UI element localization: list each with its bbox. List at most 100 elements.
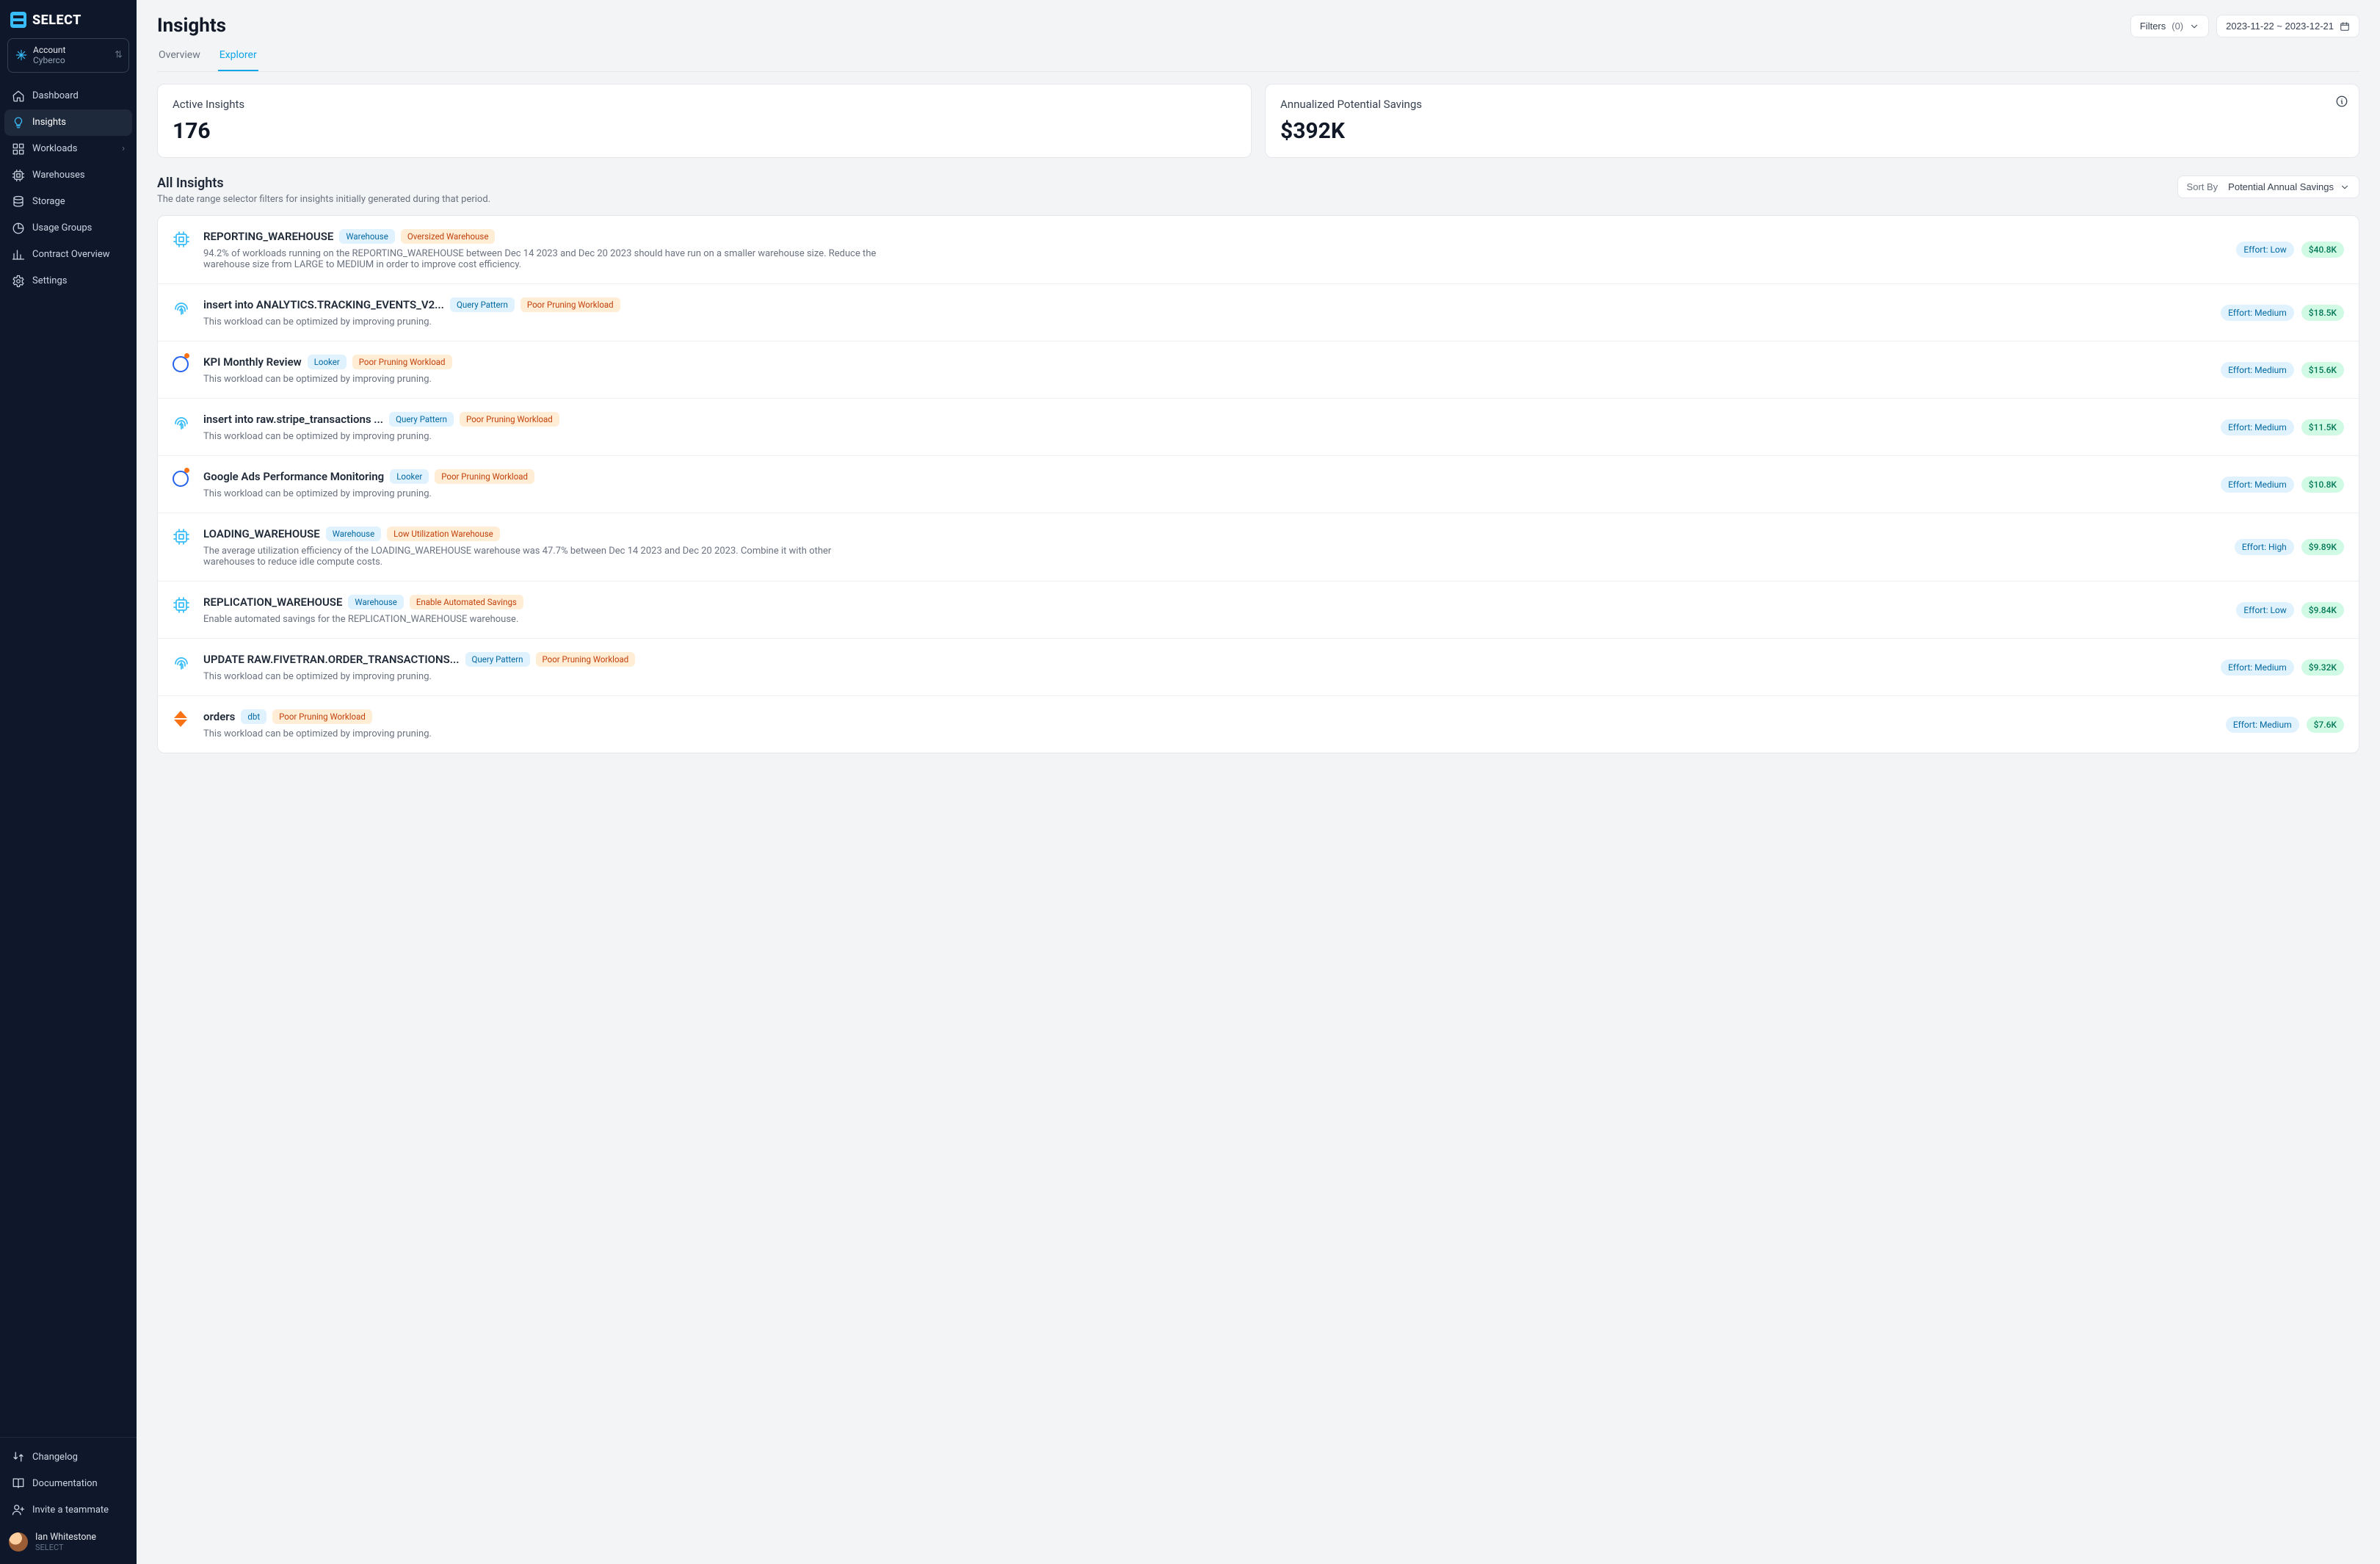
insight-row[interactable]: LOADING_WAREHOUSEWarehouseLow Utilizatio… [158, 513, 2359, 581]
insight-type-tag: Query Pattern [389, 412, 454, 427]
pie-icon [12, 222, 25, 235]
fingerprint-icon [173, 412, 192, 442]
insight-list: REPORTING_WAREHOUSEWarehouseOversized Wa… [157, 215, 2359, 753]
section-header: All Insights The date range selector fil… [157, 175, 2359, 205]
sidebar: SELECT Account Cyberco ⇅ Dashboard Insig… [0, 0, 137, 1564]
insight-main: insert into ANALYTICS.TRACKING_EVENTS_V2… [203, 297, 2209, 327]
sort-button[interactable]: Sort By Potential Annual Savings [2177, 175, 2359, 198]
calendar-icon [2340, 21, 2350, 32]
insight-main: UPDATE RAW.FIVETRAN.ORDER_TRANSACTIONS..… [203, 652, 2209, 682]
avatar [9, 1532, 28, 1552]
filters-button[interactable]: Filters (0) [2130, 15, 2209, 37]
info-icon[interactable] [2335, 95, 2348, 108]
insight-main: insert into raw.stripe_transactions ... Q… [203, 412, 2209, 442]
date-range-button[interactable]: 2023-11-22 ~ 2023-12-21 [2216, 15, 2359, 37]
tab-overview[interactable]: Overview [157, 49, 202, 71]
brand-name: SELECT [32, 12, 81, 28]
sidebar-item-settings[interactable]: Settings [4, 268, 132, 294]
insight-main: REPORTING_WAREHOUSEWarehouseOversized Wa… [203, 229, 2224, 270]
sort-label: Sort By [2187, 181, 2218, 192]
chip-icon [12, 169, 25, 182]
savings-chip: $18.5K [2301, 305, 2344, 321]
insight-metrics: Effort: Medium$15.6K [2221, 355, 2344, 385]
insight-category-tag: Oversized Warehouse [401, 229, 496, 244]
insight-metrics: Effort: Medium $10.8K [2221, 469, 2344, 499]
page-title: Insights [157, 15, 226, 37]
insight-category-tag: Low Utilization Warehouse [387, 526, 500, 541]
brand-mark-icon [10, 12, 26, 28]
chevron-right-icon: › [122, 143, 125, 154]
account-label: Account [33, 45, 65, 55]
account-org: Cyberco [33, 55, 65, 65]
insight-title: KPI Monthly Review [203, 355, 302, 369]
sidebar-item-usage-groups[interactable]: Usage Groups [4, 215, 132, 242]
savings-chip: $7.6K [2307, 717, 2344, 733]
insight-description: This workload can be optimized by improv… [203, 728, 879, 739]
brand-logo[interactable]: SELECT [0, 0, 137, 38]
savings-chip: $40.8K [2301, 242, 2344, 258]
insight-row[interactable]: KPI Monthly Review Looker Poor Pruning Wor… [158, 341, 2359, 398]
section-title: All Insights [157, 175, 490, 191]
effort-chip: Effort: Medium [2221, 477, 2294, 493]
insight-description: This workload can be optimized by improv… [203, 374, 879, 385]
switch-icon [12, 1450, 25, 1463]
effort-chip: Effort: Medium [2221, 362, 2294, 378]
sidebar-item-label: Changelog [32, 1452, 78, 1463]
insight-type-tag: Looker [308, 355, 347, 369]
sidebar-item-invite[interactable]: Invite a teammate [4, 1496, 132, 1523]
insight-row[interactable]: REPORTING_WAREHOUSEWarehouseOversized Wa… [158, 216, 2359, 283]
insight-description: This workload can be optimized by improv… [203, 316, 879, 327]
insight-description: This workload can be optimized by improv… [203, 431, 879, 442]
insight-title: insert into ANALYTICS.TRACKING_EVENTS_V2… [203, 298, 444, 311]
savings-chip: $11.5K [2301, 419, 2344, 435]
sidebar-item-label: Warehouses [32, 170, 85, 181]
sidebar-item-insights[interactable]: Insights [4, 109, 132, 136]
sidebar-item-storage[interactable]: Storage [4, 189, 132, 215]
insight-description: Enable automated savings for the REPLICA… [203, 614, 879, 625]
insight-row[interactable]: UPDATE RAW.FIVETRAN.ORDER_TRANSACTIONS..… [158, 638, 2359, 695]
kpi-label: Annualized Potential Savings [1280, 98, 2344, 111]
sidebar-item-label: Workloads [32, 143, 77, 154]
insight-description: This workload can be optimized by improv… [203, 488, 879, 499]
sidebar-item-changelog[interactable]: Changelog [4, 1444, 132, 1470]
savings-chip: $9.32K [2301, 659, 2344, 676]
insight-type-tag: Warehouse [339, 229, 394, 244]
insight-row[interactable]: ordersdbtPoor Pruning WorkloadThis workl… [158, 695, 2359, 753]
dbt-icon [173, 709, 192, 739]
effort-chip: Effort: Medium [2226, 717, 2299, 733]
sidebar-item-contract-overview[interactable]: Contract Overview [4, 242, 132, 268]
kpi-label: Active Insights [173, 98, 1236, 111]
sidebar-item-label: Insights [32, 117, 66, 128]
savings-chip: $9.84K [2301, 602, 2344, 618]
insight-type-tag: Warehouse [326, 526, 381, 541]
savings-chip: $10.8K [2301, 477, 2344, 493]
footer-nav: Changelog Documentation Invite a teammat… [0, 1444, 137, 1523]
sidebar-item-documentation[interactable]: Documentation [4, 1470, 132, 1496]
insight-category-tag: Poor Pruning Workload [272, 709, 372, 724]
sidebar-item-workloads[interactable]: Workloads › [4, 136, 132, 162]
insight-description: 94.2% of workloads running on the REPORT… [203, 248, 879, 270]
lightbulb-icon [12, 116, 25, 129]
user-menu[interactable]: Ian Whitestone SELECT [0, 1523, 137, 1564]
chevron-down-icon [2189, 21, 2199, 32]
insight-row[interactable]: insert into ANALYTICS.TRACKING_EVENTS_V2… [158, 283, 2359, 341]
account-switcher[interactable]: Account Cyberco ⇅ [7, 38, 129, 73]
insight-row[interactable]: Google Ads Performance MonitoringLookerP… [158, 455, 2359, 513]
tab-explorer[interactable]: Explorer [218, 49, 258, 71]
bars-icon [12, 248, 25, 261]
chevron-updown-icon: ⇅ [115, 50, 123, 61]
insight-category-tag: Poor Pruning Workload [352, 355, 452, 369]
sidebar-item-warehouses[interactable]: Warehouses [4, 162, 132, 189]
insight-row[interactable]: insert into raw.stripe_transactions ... Q… [158, 398, 2359, 455]
effort-chip: Effort: Low [2236, 242, 2293, 258]
insight-row[interactable]: REPLICATION_WAREHOUSEWarehouseEnable Aut… [158, 581, 2359, 638]
sidebar-item-label: Documentation [32, 1478, 98, 1489]
chip-icon [173, 526, 192, 568]
insight-title: REPLICATION_WAREHOUSE [203, 595, 342, 609]
insight-title: Google Ads Performance Monitoring [203, 470, 384, 483]
insight-title: insert into raw.stripe_transactions ... [203, 413, 383, 426]
user-org: SELECT [35, 1543, 96, 1552]
sidebar-item-dashboard[interactable]: Dashboard [4, 83, 132, 109]
insight-type-tag: Query Pattern [450, 297, 515, 312]
insight-description: This workload can be optimized by improv… [203, 671, 879, 682]
